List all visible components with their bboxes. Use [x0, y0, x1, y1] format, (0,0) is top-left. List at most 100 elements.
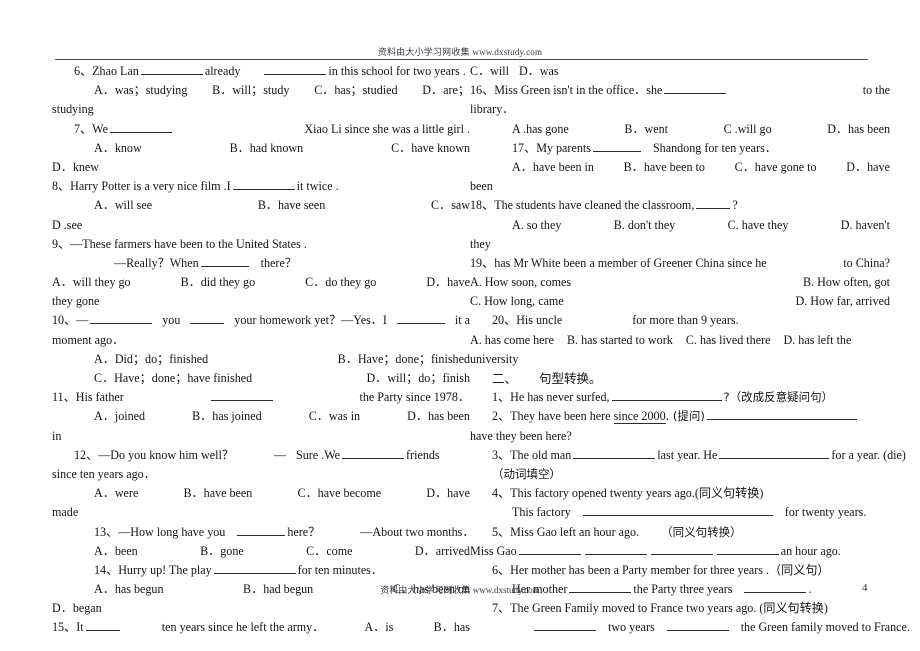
q10-blank-2[interactable] — [190, 312, 225, 325]
q10-stem-seg-1: 10、— — [52, 311, 154, 330]
s2-q7-stem-b: two years — [608, 620, 655, 635]
question-18-option-d-cont: they — [470, 236, 491, 251]
q8-option-c[interactable]: C．saw — [431, 196, 470, 215]
q12-option-c[interactable]: C．have become — [298, 484, 382, 503]
q9-option-b[interactable]: B．did they go — [181, 273, 256, 292]
q20-option-b[interactable]: B. has started to work — [567, 333, 673, 347]
q14-blank-1[interactable] — [213, 562, 296, 574]
q20-option-a[interactable]: A. has come here — [470, 333, 554, 347]
q16-option-c[interactable]: C .will go — [724, 120, 772, 139]
q6-option-b[interactable]: B．will；study — [212, 81, 289, 100]
q20-option-d[interactable]: D. has left the — [784, 333, 852, 347]
q17-option-d[interactable]: D．have — [846, 158, 890, 177]
q9-option-a[interactable]: A．will they go — [52, 273, 131, 292]
s2-q1-stem-b: ?（改成反意疑问句） — [723, 390, 834, 405]
q16-option-a[interactable]: A .has gone — [512, 120, 569, 139]
q15-blank-1[interactable] — [85, 619, 120, 632]
s2-q5-blank-4[interactable] — [716, 543, 779, 555]
s2-q7-blank-1[interactable] — [534, 619, 596, 632]
s2-q7-blank-2[interactable] — [666, 619, 729, 632]
q7-option-b[interactable]: B．had known — [230, 139, 304, 158]
q13-option-d[interactable]: D．arrived — [415, 542, 470, 561]
s2-q5-note: （同义句转换） — [661, 524, 742, 539]
q16-option-b[interactable]: B．went — [624, 120, 668, 139]
question-12-stem: 12、—Do you know him well？ — Sure .We friend… — [52, 446, 470, 465]
s2-q7-stem-a: 7、The Green Family moved to France two y… — [492, 601, 828, 616]
s2-q4-blank-1[interactable] — [582, 504, 773, 517]
q18-blank-1[interactable] — [696, 197, 731, 210]
section2-item-3: 3、The old man last year. He for a year. (d… — [470, 446, 906, 465]
q19-option-d[interactable]: D. How far, arrived — [795, 292, 890, 311]
q8-option-b[interactable]: B．have seen — [258, 196, 326, 215]
q11-option-d[interactable]: D．has been — [407, 407, 470, 426]
q18-option-c[interactable]: C. have they — [728, 216, 789, 235]
q8-option-a[interactable]: A．will see — [94, 196, 152, 215]
q13-option-c[interactable]: C．come — [306, 542, 352, 561]
q17-option-a[interactable]: A．have been in — [512, 158, 594, 177]
left-column: 6、Zhao Lan already in this school for two … — [52, 62, 474, 638]
q10-blank-3[interactable] — [396, 312, 445, 325]
s2-q3-blank-2[interactable] — [719, 447, 830, 459]
q17-option-b[interactable]: B．have been to — [624, 158, 705, 177]
question-18-options: A. so they B. don't they C. have they D.… — [470, 216, 890, 235]
q17-option-c[interactable]: C．have gone to — [735, 158, 817, 177]
question-20-options: A. has come here B. has started to work … — [470, 331, 890, 350]
q8-blank-1[interactable] — [232, 178, 295, 191]
q20-option-c[interactable]: C. has lived there — [686, 333, 771, 347]
q13-option-b[interactable]: B．gone — [200, 542, 244, 561]
s2-q5-blank-2[interactable] — [584, 543, 647, 555]
q10-option-b[interactable]: B．Have；done；finished — [338, 350, 470, 369]
s2-q1-blank-1[interactable] — [611, 389, 722, 402]
q15-option-b[interactable]: B．has — [434, 618, 470, 637]
q17-stem-b: Shandong for ten years． — [652, 140, 777, 155]
q11-option-a[interactable]: A．joined — [94, 407, 145, 426]
q9-option-d[interactable]: D．have — [426, 273, 470, 292]
q10-blank-1[interactable] — [90, 312, 153, 325]
q15-option-a[interactable]: A．is — [365, 618, 394, 637]
q6-blank-2[interactable] — [264, 63, 327, 75]
q9-blank-1[interactable] — [200, 255, 249, 267]
q12-option-d[interactable]: D．have — [426, 484, 470, 503]
q17-blank-1[interactable] — [592, 140, 641, 152]
q19-option-c[interactable]: C. How long, came — [470, 292, 564, 311]
question-12-stem-e: since ten years ago． — [52, 466, 156, 481]
q18-option-a[interactable]: A. so they — [512, 216, 561, 235]
s2-q5-blank-3[interactable] — [650, 543, 713, 555]
q15-option-d[interactable]: D．was — [519, 64, 559, 78]
q6-option-a[interactable]: A．was；studying — [94, 81, 187, 100]
s2-q3-blank-1[interactable] — [573, 447, 656, 459]
q6-option-d[interactable]: D．are； — [422, 81, 470, 100]
q10-option-d[interactable]: D．will；do；finish — [367, 369, 470, 388]
q11-blank-1[interactable] — [210, 389, 273, 402]
s2-q2-blank-1[interactable] — [706, 408, 857, 421]
q6-option-c[interactable]: C．has；studied — [314, 81, 397, 100]
q12-stem-d: friends — [406, 447, 440, 462]
q15-option-c[interactable]: C．will — [470, 64, 509, 78]
q7-option-a[interactable]: A．know — [94, 139, 142, 158]
section2-item-7: 7、The Green Family moved to France two y… — [470, 599, 890, 618]
q19-option-a[interactable]: A. How soon, comes — [470, 273, 571, 292]
q16-option-d[interactable]: D．has been — [827, 120, 890, 139]
q10-option-c[interactable]: C．Have；done；have finished — [94, 369, 252, 388]
question-7-option-d[interactable]: D．knew — [52, 158, 470, 177]
q7-option-c[interactable]: C．have known — [391, 139, 470, 158]
q11-option-c[interactable]: C．was in — [309, 407, 360, 426]
q11-option-b[interactable]: B．has joined — [192, 407, 262, 426]
q10-option-a[interactable]: A．Did；do；finished — [94, 350, 208, 369]
q13-option-a[interactable]: A．been — [94, 542, 138, 561]
q12-option-b[interactable]: B．have been — [184, 484, 253, 503]
q9-option-c[interactable]: C．do they go — [305, 273, 376, 292]
q13-blank-1[interactable] — [237, 524, 286, 536]
question-8-option-d[interactable]: D .see — [52, 216, 470, 235]
s2-q5-blank-1[interactable] — [518, 543, 581, 555]
q18-option-b[interactable]: B. don't they — [614, 216, 676, 235]
q18-option-d[interactable]: D. haven't — [841, 216, 890, 235]
q7-blank-1[interactable] — [109, 121, 172, 133]
q12-blank-1[interactable] — [342, 447, 405, 459]
q6-blank-1[interactable] — [140, 63, 203, 75]
q12-stem-c: Sure .We — [296, 447, 341, 462]
q19-option-b[interactable]: B. How often, got — [803, 273, 890, 292]
q12-option-a[interactable]: A．were — [94, 484, 138, 503]
q16-blank-1[interactable] — [664, 82, 727, 95]
question-14-option-d[interactable]: D．began — [52, 599, 470, 618]
